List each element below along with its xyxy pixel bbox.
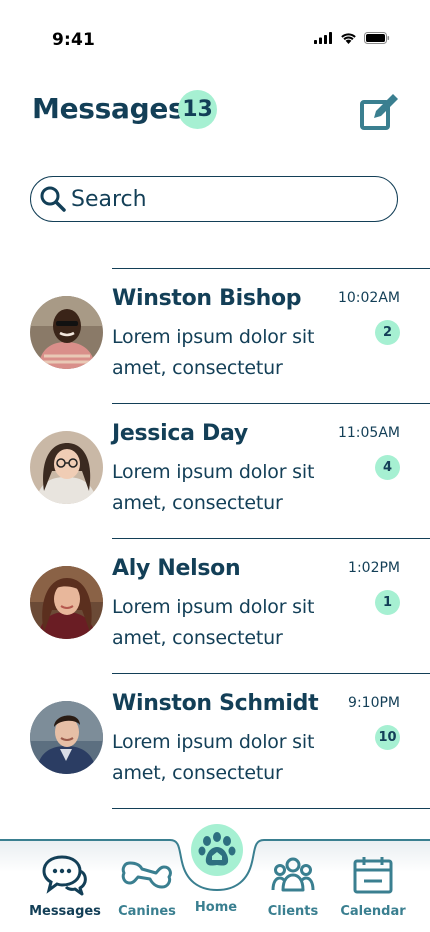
message-preview: Lorem ipsum dolor sit amet, consectetur <box>112 731 315 784</box>
compose-icon <box>360 94 398 130</box>
tab-calendar[interactable]: Calendar <box>330 854 416 924</box>
divider <box>112 403 430 404</box>
search-bar[interactable] <box>30 176 398 222</box>
divider <box>112 808 430 809</box>
header: Messages 13 <box>32 90 400 132</box>
compose-button[interactable] <box>360 92 400 132</box>
conversation-list: Winston Bishop 10:02AM Lorem ipsum dolor… <box>0 268 430 809</box>
message-time: 10:02AM <box>337 290 400 306</box>
bone-icon <box>121 861 172 889</box>
tab-label: Calendar <box>340 904 406 919</box>
cellular-signal-icon <box>314 32 333 44</box>
users-group-icon <box>271 857 315 892</box>
message-preview: Lorem ipsum dolor sit amet, consectetur <box>112 461 315 514</box>
page-title: Messages <box>32 92 185 125</box>
unread-badge: 4 <box>375 455 400 480</box>
conversation-item[interactable]: Winston Bishop 10:02AM Lorem ipsum dolor… <box>0 268 430 403</box>
unread-count-badge: 13 <box>178 90 217 129</box>
tab-clients[interactable]: Clients <box>250 854 336 924</box>
avatar <box>30 566 103 639</box>
message-preview: Lorem ipsum dolor sit amet, consectetur <box>112 596 315 649</box>
search-icon <box>39 185 67 213</box>
conversation-item[interactable]: Aly Nelson 1:02PM Lorem ipsum dolor sit … <box>0 538 430 673</box>
tab-label: Clients <box>267 904 319 919</box>
home-button[interactable] <box>191 824 243 876</box>
conversation-item[interactable]: Winston Schmidt 9:10PM Lorem ipsum dolor… <box>0 673 430 808</box>
status-icons <box>314 32 390 44</box>
divider <box>112 673 430 674</box>
contact-name: Aly Nelson <box>112 556 241 581</box>
status-time: 9:41 <box>52 30 96 50</box>
contact-name: Jessica Day <box>112 421 248 446</box>
chat-bubbles-icon <box>42 855 87 896</box>
message-time: 9:10PM <box>348 695 400 711</box>
unread-badge: 2 <box>375 320 400 345</box>
status-bar: 9:41 <box>0 0 430 60</box>
contact-name: Winston Schmidt <box>112 691 319 716</box>
message-time: 1:02PM <box>348 560 400 576</box>
conversation-item[interactable]: Jessica Day 11:05AM Lorem ipsum dolor si… <box>0 403 430 538</box>
avatar <box>30 431 103 504</box>
search-input[interactable] <box>71 177 371 221</box>
divider <box>112 538 430 539</box>
calendar-icon <box>353 857 393 894</box>
message-time: 11:05AM <box>337 425 400 441</box>
contact-name: Winston Bishop <box>112 286 302 311</box>
tab-messages[interactable]: Messages <box>22 854 108 924</box>
tab-label: Messages <box>29 904 101 919</box>
avatar <box>30 701 103 774</box>
divider <box>112 268 430 269</box>
message-preview: Lorem ipsum dolor sit amet, consectetur <box>112 326 315 379</box>
avatar <box>30 296 103 369</box>
unread-badge: 10 <box>375 725 400 750</box>
tab-home-label[interactable]: Home <box>172 900 260 915</box>
battery-icon <box>364 32 390 44</box>
paw-home-icon <box>198 832 236 866</box>
unread-badge: 1 <box>375 590 400 615</box>
wifi-icon <box>340 32 357 44</box>
